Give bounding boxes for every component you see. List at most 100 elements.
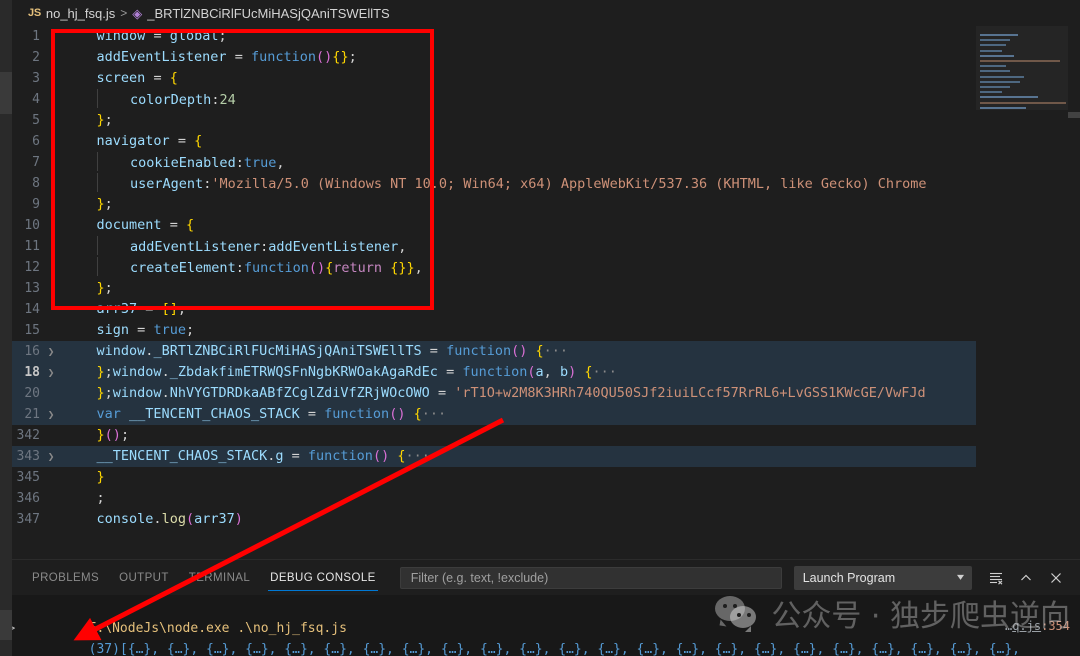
breadcrumb-separator: >	[120, 6, 128, 20]
minimap-line	[980, 80, 1020, 83]
code-text: colorDepth:24	[58, 88, 236, 111]
code-line[interactable]: 347 console.log(arr37)	[0, 509, 1080, 530]
code-line[interactable]: 2 addEventListener = function(){};	[0, 47, 1080, 68]
code-line[interactable]: 6 navigator = {	[0, 131, 1080, 152]
code-line[interactable]: 7 cookieEnabled:true,	[0, 151, 1080, 173]
code-line[interactable]: 20 };window.NhVYGTDRDkaABfZCglZdiVfZRjWO…	[0, 383, 1080, 404]
code-text: window._BRTlZNBCiRlFUcMiHASjQAniTSWEllTS…	[96, 343, 569, 359]
minimap-line	[980, 101, 1066, 104]
code-text: createElement:function(){return {}},	[58, 256, 423, 279]
activity-scroll-thumb[interactable]	[0, 72, 12, 114]
code-line[interactable]: 1 window = global;	[0, 26, 1080, 47]
tab-problems[interactable]: PROBLEMS	[22, 560, 109, 595]
filter-box[interactable]	[399, 566, 782, 589]
close-icon[interactable]	[1048, 570, 1064, 586]
code-line[interactable]: 21 ❯ var __TENCENT_CHAOS_STACK = function…	[0, 404, 1080, 425]
code-line[interactable]: 10 document = {	[0, 215, 1080, 236]
console-result-line[interactable]: >(37)[{…}, {…}, {…}, {…}, {…}, {…}, {…},…	[8, 618, 1080, 656]
breadcrumb: JS no_hj_fsq.js > ◈ _BRTlZNBCiRlFUcMiHAS…	[0, 0, 1080, 26]
panel-actions	[988, 570, 1080, 586]
tab-terminal[interactable]: TERMINAL	[179, 560, 260, 595]
minimap-line	[980, 39, 1010, 42]
code-line[interactable]: 13 };	[0, 278, 1080, 299]
code-text: sign = true;	[96, 322, 195, 338]
code-text: addEventListener = function(){};	[96, 49, 357, 65]
code-text: console.log(arr37)	[96, 511, 243, 527]
code-text: navigator = {	[96, 133, 203, 149]
console-command-line: E:\NodeJs\node.exe .\no_hj_fsq.js	[26, 597, 1080, 636]
js-file-icon: JS	[28, 7, 41, 19]
code-line[interactable]: 4 colorDepth:24	[0, 88, 1080, 111]
code-text: __TENCENT_CHAOS_STACK.g = function() {··…	[96, 448, 430, 464]
code-text: addEventListener:addEventListener,	[58, 235, 406, 258]
code-line[interactable]: 346 ;	[0, 488, 1080, 509]
clear-console-icon[interactable]	[988, 570, 1004, 586]
code-line[interactable]: 8 userAgent:'Mozilla/5.0 (Windows NT 10.…	[0, 172, 1080, 195]
fold-chevron-icon[interactable]: ❯	[44, 446, 58, 467]
minimap-line	[980, 49, 1002, 52]
code-line[interactable]: 12 createElement:function(){return {}},	[0, 256, 1080, 279]
code-line[interactable]: 9 };	[0, 194, 1080, 215]
editor[interactable]: 1 window = global; 2 addEventListener = f…	[0, 26, 1080, 559]
code-line[interactable]: 343 ❯ __TENCENT_CHAOS_STACK.g = function(…	[0, 446, 1080, 467]
minimap-line	[980, 86, 1010, 88]
editor-scrollbar[interactable]	[1068, 26, 1080, 559]
console-source-link[interactable]: …q.js:354	[1005, 619, 1070, 633]
code-text: }	[96, 469, 105, 485]
bottom-panel: PROBLEMS OUTPUT TERMINAL DEBUG CONSOLE L…	[0, 559, 1080, 656]
code-text: document = {	[96, 217, 195, 233]
code-text: arr37 = [];	[96, 301, 186, 317]
code-text: };	[96, 280, 113, 296]
cube-icon: ◈	[132, 5, 143, 21]
code-line[interactable]: 5 };	[0, 110, 1080, 131]
code-line[interactable]: 14 arr37 = [];	[0, 299, 1080, 320]
tab-debug-console-label: DEBUG CONSOLE	[270, 571, 376, 584]
tab-output[interactable]: OUTPUT	[109, 560, 179, 595]
editor-scrollbar-thumb[interactable]	[1068, 112, 1080, 118]
minimap-empty-area	[976, 110, 1068, 559]
code-line[interactable]: 16 ❯ window._BRTlZNBCiRlFUcMiHASjQAniTSWE…	[0, 341, 1080, 362]
breadcrumb-symbol-name[interactable]: _BRTlZNBCiRlFUcMiHASjQAniTSWEllTS	[147, 6, 389, 21]
tab-problems-label: PROBLEMS	[32, 571, 100, 584]
code-text: screen = {	[96, 70, 178, 86]
minimap-line	[980, 54, 1014, 57]
minimap-line	[980, 60, 1060, 62]
source-link-file[interactable]: q.js	[1012, 619, 1041, 633]
code-text: };	[96, 112, 113, 128]
vscode-window: JS no_hj_fsq.js > ◈ _BRTlZNBCiRlFUcMiHAS…	[0, 0, 1080, 656]
chevron-up-icon[interactable]	[1018, 570, 1034, 586]
code-lines[interactable]: 1 window = global; 2 addEventListener = f…	[0, 26, 1080, 559]
minimap-line	[980, 96, 1038, 99]
code-line[interactable]: 3 screen = {	[0, 68, 1080, 89]
chevron-down-icon: ▾	[956, 572, 964, 583]
filter-input[interactable]	[408, 569, 773, 586]
code-text: userAgent:'Mozilla/5.0 (Windows NT 10.0;…	[58, 172, 927, 195]
code-text: };window.NhVYGTDRDkaABfZCglZdiVfZRjWOcOW…	[96, 385, 926, 401]
fold-chevron-icon[interactable]: ❯	[44, 341, 58, 362]
code-line[interactable]: 345 }	[0, 467, 1080, 488]
tab-output-label: OUTPUT	[119, 571, 169, 584]
source-link-line: :354	[1041, 619, 1070, 633]
code-text: };window._ZbdakfimETRWQSFnNgbKRWOakAgaRd…	[96, 364, 617, 380]
console-result-line-2: {…}, {…}, {…}, {…}, {…}, {…}, {…}, {…}, …	[26, 639, 1080, 656]
code-line[interactable]: 18 ❯ };window._ZbdakfimETRWQSFnNgbKRWOakA…	[0, 362, 1080, 383]
debug-console-output[interactable]: E:\NodeJs\node.exe .\no_hj_fsq.js >(37)[…	[0, 595, 1080, 656]
minimap-line	[980, 70, 1010, 73]
code-text: };	[96, 196, 113, 212]
minimap-line	[980, 34, 1018, 36]
launch-config-select[interactable]: Launch Program ▾	[793, 565, 972, 590]
code-line[interactable]: 15 sign = true;	[0, 320, 1080, 341]
activity-scroll-thumb-2[interactable]	[0, 610, 12, 640]
minimap-line	[980, 106, 1026, 109]
fold-chevron-icon[interactable]: ❯	[44, 404, 58, 425]
panel-tab-bar: PROBLEMS OUTPUT TERMINAL DEBUG CONSOLE L…	[0, 560, 1080, 595]
fold-chevron-icon[interactable]: ❯	[44, 362, 58, 383]
breadcrumb-file-name[interactable]: no_hj_fsq.js	[46, 6, 115, 21]
code-line[interactable]: 342 }();	[0, 425, 1080, 446]
minimap-line	[980, 44, 1006, 47]
code-text: window = global;	[96, 28, 227, 44]
tab-debug-console[interactable]: DEBUG CONSOLE	[260, 560, 386, 595]
code-line[interactable]: 11 addEventListener:addEventListener,	[0, 235, 1080, 258]
minimap-line	[980, 65, 1006, 68]
launch-config-value: Launch Program	[802, 570, 896, 585]
